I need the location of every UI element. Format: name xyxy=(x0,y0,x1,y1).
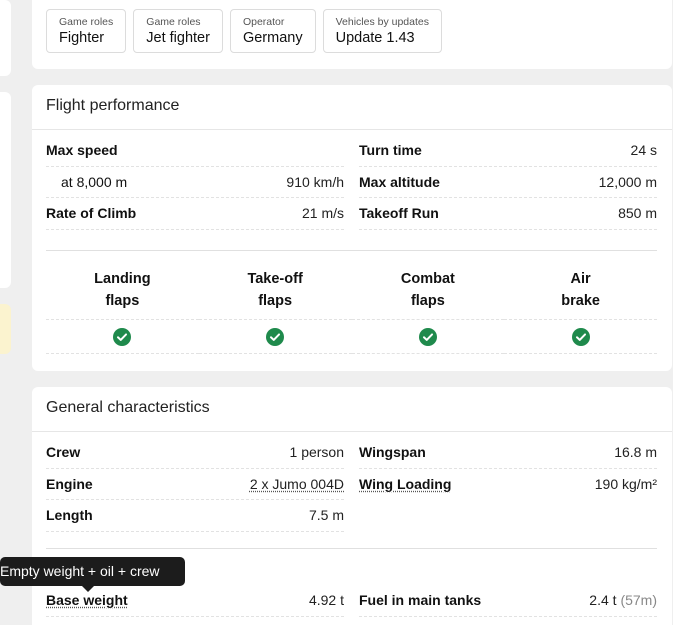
stat-label: Crew xyxy=(46,444,81,461)
general-stats-right: Wingspan 16.8 m Wing Loading 190 kg/m² xyxy=(359,437,657,500)
stat-value: 21 m/s xyxy=(301,205,344,222)
flap-landing: Landing flaps xyxy=(46,266,199,354)
flap-takeoff: Take-off flaps xyxy=(198,266,352,354)
stat-label: Engine xyxy=(46,475,93,492)
tag-game-role-fighter[interactable]: Game roles Fighter xyxy=(46,9,127,53)
check-icon xyxy=(266,327,285,346)
stat-label: Length xyxy=(46,507,93,524)
tag-value: Update 1.43 xyxy=(335,30,415,46)
stat-value: 910 km/h xyxy=(286,173,344,190)
flap-name: Take-off flaps xyxy=(198,266,352,320)
stat-row-max-altitude: Max altitude 12,000 m xyxy=(359,167,657,198)
tag-operator[interactable]: Operator Germany xyxy=(229,9,316,53)
fuel-value: 2.4 t (57m) xyxy=(589,592,657,609)
flap-status xyxy=(504,320,657,354)
base-weight-tooltip-trigger[interactable]: Base weight xyxy=(46,592,128,608)
wing-loading-tooltip-trigger[interactable]: Wing Loading xyxy=(359,476,451,492)
stat-row-turn-time: Turn time 24 s xyxy=(359,135,657,167)
stat-label: Fuel in main tanks xyxy=(359,592,482,609)
flight-performance-title: Flight performance xyxy=(32,85,672,130)
check-icon xyxy=(571,327,590,346)
stat-row-speed-altitude: at 8,000 m 910 km/h xyxy=(46,167,344,198)
fuel-time: (57m) xyxy=(620,592,657,609)
check-icon xyxy=(113,327,132,346)
page: Game roles Fighter Game roles Jet fighte… xyxy=(0,0,673,625)
tag-label: Game roles xyxy=(59,16,114,28)
stat-value: 16.8 m xyxy=(614,444,657,461)
stat-value: 850 m xyxy=(618,205,657,222)
tag-update[interactable]: Vehicles by updates Update 1.43 xyxy=(322,9,442,53)
base-weight-tooltip: Empty weight + oil + crew xyxy=(0,557,185,592)
general-stats-left: Crew 1 person Engine 2 x Jumo 004D Lengt… xyxy=(46,437,344,532)
stat-row-takeoff-run: Takeoff Run 850 m xyxy=(359,198,657,230)
stat-row-wingspan: Wingspan 16.8 m xyxy=(359,437,657,469)
left-panel-fragment xyxy=(0,0,11,76)
general-characteristics-card: General characteristics Crew 1 person En… xyxy=(32,387,672,625)
stat-label: Takeoff Run xyxy=(359,205,439,222)
weight-stats-right: Fuel in main tanks 2.4 t (57m) xyxy=(359,585,657,617)
stat-value: 4.92 t xyxy=(308,592,344,609)
stat-row-wing-loading: Wing Loading 190 kg/m² xyxy=(359,469,657,501)
tag-label: Operator xyxy=(242,16,285,28)
general-characteristics-title: General characteristics xyxy=(32,387,672,432)
flap-status xyxy=(351,320,505,354)
flap-combat: Combat flaps xyxy=(351,266,505,354)
flap-name: Combat flaps xyxy=(351,266,505,320)
tag-list: Game roles Fighter Game roles Jet fighte… xyxy=(46,9,442,53)
stat-label: Wingspan xyxy=(359,444,426,461)
stat-row-length: Length 7.5 m xyxy=(46,500,344,532)
stat-value: 12,000 m xyxy=(598,173,657,190)
tag-label: Game roles xyxy=(146,16,201,28)
flap-status xyxy=(46,320,199,354)
stat-value: 24 s xyxy=(630,142,657,159)
stat-row-engine: Engine 2 x Jumo 004D xyxy=(46,469,344,500)
stat-label: Max speed xyxy=(46,142,118,159)
flight-performance-card: Flight performance Max speed at 8,000 m … xyxy=(32,85,672,371)
tags-card: Game roles Fighter Game roles Jet fighte… xyxy=(32,0,672,69)
section-divider xyxy=(46,548,657,549)
stat-row-rate-of-climb: Rate of Climb 21 m/s xyxy=(46,198,344,230)
flap-air-brake: Air brake xyxy=(504,266,657,354)
stat-row-crew: Crew 1 person xyxy=(46,437,344,469)
flaps-grid: Landing flaps Take-off flaps Combat flaps A… xyxy=(46,266,657,354)
stat-label: Rate of Climb xyxy=(46,205,137,222)
stat-label: Turn time xyxy=(359,142,422,159)
tag-game-role-jet-fighter[interactable]: Game roles Jet fighter xyxy=(133,9,223,53)
stat-value: 7.5 m xyxy=(308,507,344,524)
flap-name: Landing flaps xyxy=(46,266,199,320)
stat-value: 1 person xyxy=(289,444,344,461)
left-panel-highlight-fragment xyxy=(0,304,11,354)
flap-status xyxy=(198,320,352,354)
check-icon xyxy=(418,327,437,346)
stat-row-fuel: Fuel in main tanks 2.4 t (57m) xyxy=(359,585,657,617)
left-panel-fragment xyxy=(0,92,11,288)
stat-value: 190 kg/m² xyxy=(594,476,657,493)
stat-label: at 8,000 m xyxy=(61,173,128,190)
flight-stats-right: Turn time 24 s Max altitude 12,000 m Tak… xyxy=(359,135,657,230)
engine-link[interactable]: 2 x Jumo 004D xyxy=(250,476,344,492)
section-divider xyxy=(46,250,657,251)
stat-label: Max altitude xyxy=(359,173,440,190)
tag-value: Germany xyxy=(242,30,303,46)
tag-label: Vehicles by updates xyxy=(335,16,429,28)
stat-row-max-speed: Max speed xyxy=(46,135,344,167)
flap-name: Air brake xyxy=(504,266,657,320)
flight-stats-left: Max speed at 8,000 m 910 km/h Rate of Cl… xyxy=(46,135,344,230)
tag-value: Fighter xyxy=(59,30,105,46)
tag-value: Jet fighter xyxy=(146,30,210,46)
